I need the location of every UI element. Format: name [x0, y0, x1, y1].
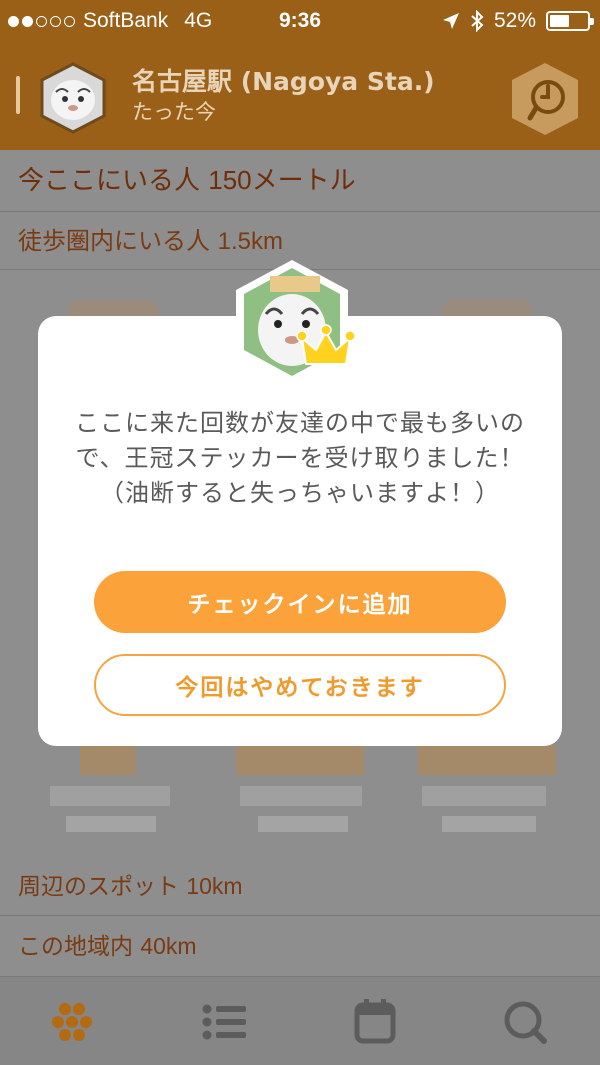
- row-distance: 40km: [140, 933, 197, 959]
- search-icon[interactable]: [500, 997, 550, 1047]
- list-row-nearby-spots[interactable]: 周辺のスポット 10km: [0, 856, 600, 916]
- spot-header: 名古屋駅 (Nagoya Sta.) たった今: [0, 40, 600, 150]
- dialog-message: ここに来た回数が友達の中で最も多いので、王冠ステッカーを受け取りました！（油断す…: [75, 409, 525, 507]
- row-label: 徒歩圏内にいる人: [18, 227, 218, 255]
- friend-name: [80, 745, 136, 775]
- friend-status: [422, 786, 546, 806]
- row-label: 今ここにいる人: [18, 166, 209, 196]
- calendar-icon[interactable]: [350, 997, 400, 1047]
- battery-icon: [546, 11, 594, 31]
- bluetooth-icon: [471, 10, 484, 32]
- battery-percent: 52%: [493, 9, 536, 32]
- tiger-avatar[interactable]: [38, 62, 108, 134]
- status-bar: SoftBank 4G 9:36 52%: [0, 0, 600, 40]
- friend-status: [50, 786, 170, 806]
- checkin-time: たった今: [132, 100, 216, 124]
- location-arrow-icon: [442, 13, 459, 29]
- row-distance: 10km: [186, 873, 243, 899]
- skip-this-time-button[interactable]: 今回はやめておきます: [94, 654, 506, 716]
- add-to-checkin-button[interactable]: チェックインに追加: [94, 571, 506, 633]
- spot-title: 名古屋駅 (Nagoya Sta.): [132, 67, 435, 96]
- row-label: 周辺のスポット: [18, 874, 187, 900]
- friend-name: [236, 745, 364, 775]
- row-distance: 1.5km: [217, 228, 283, 255]
- friend-status: [240, 786, 362, 806]
- row-distance: 150メートル: [208, 165, 356, 195]
- list-icon[interactable]: [200, 997, 250, 1047]
- friend-status: [442, 816, 536, 832]
- honeycomb-icon[interactable]: [50, 997, 100, 1047]
- friend-name: [418, 745, 556, 775]
- drag-handle[interactable]: [16, 76, 20, 114]
- friend-status: [258, 816, 348, 832]
- list-row-area[interactable]: この地域内 40km: [0, 916, 600, 976]
- tab-bar: [0, 976, 600, 1065]
- spot-pin-icon[interactable]: [508, 60, 582, 138]
- row-label: この地域内: [18, 934, 141, 960]
- friend-status: [66, 816, 156, 832]
- list-row-here[interactable]: 今ここにいる人 150メートル: [0, 150, 600, 212]
- crown-avatar-badge: [236, 260, 356, 384]
